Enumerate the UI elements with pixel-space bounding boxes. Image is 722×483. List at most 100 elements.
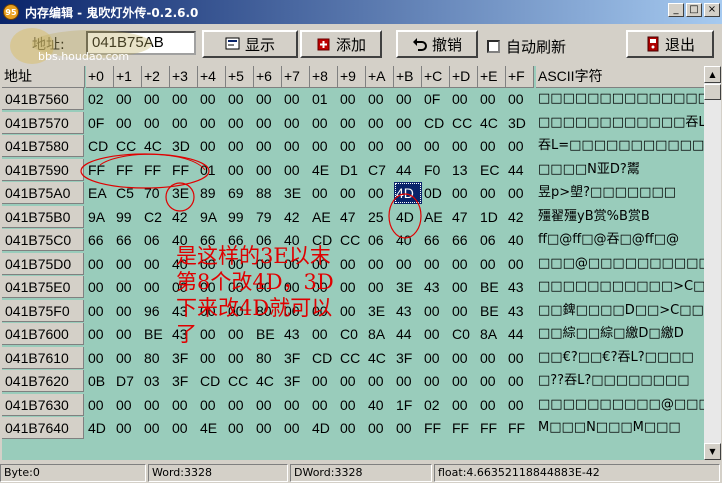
byte-cell[interactable]: BE [254, 323, 282, 345]
byte-cell[interactable]: 00 [506, 88, 534, 110]
byte-cell[interactable]: EC [478, 159, 506, 181]
byte-cell[interactable]: 00 [198, 88, 226, 110]
byte-cell[interactable]: 00 [338, 253, 366, 275]
byte-cell[interactable]: CC [226, 370, 254, 392]
byte-cell[interactable]: 00 [282, 112, 310, 134]
byte-cell[interactable]: FF [170, 159, 198, 181]
byte-cell[interactable]: 43 [282, 323, 310, 345]
byte-cell[interactable]: 00 [282, 159, 310, 181]
byte-cell[interactable]: 00 [478, 135, 506, 157]
byte-cell[interactable]: 00 [450, 182, 478, 204]
byte-cell[interactable]: 4D [394, 182, 422, 204]
byte-cell[interactable]: 4C [142, 135, 170, 157]
byte-cell[interactable]: 4D [310, 417, 338, 439]
byte-cell[interactable]: BE [142, 323, 170, 345]
byte-cell[interactable]: EA [86, 182, 114, 204]
byte-cell[interactable]: 4E [198, 417, 226, 439]
byte-cell[interactable]: 00 [226, 159, 254, 181]
byte-cell[interactable]: 00 [254, 417, 282, 439]
byte-cell[interactable]: 40 [394, 229, 422, 251]
byte-cell[interactable]: 00 [310, 394, 338, 416]
byte-cell[interactable]: FF [422, 417, 450, 439]
exit-button[interactable]: 退出 [626, 30, 714, 58]
byte-cell[interactable]: 00 [422, 253, 450, 275]
byte-cell[interactable]: 3F [282, 370, 310, 392]
byte-cell[interactable]: 3F [394, 347, 422, 369]
ascii-cell[interactable]: □□□□□□□□□□@□□□□□ [536, 394, 704, 416]
byte-cell[interactable]: CC [114, 135, 142, 157]
byte-cell[interactable]: 02 [422, 394, 450, 416]
byte-cell[interactable]: 00 [450, 276, 478, 298]
byte-cell[interactable]: 00 [366, 417, 394, 439]
byte-cell[interactable]: 00 [282, 417, 310, 439]
byte-cell[interactable]: 00 [254, 88, 282, 110]
vertical-scrollbar[interactable]: ▲ ▼ [704, 66, 721, 460]
byte-cell[interactable]: 3F [170, 370, 198, 392]
byte-cell[interactable]: 42 [282, 206, 310, 228]
byte-cell[interactable]: 4D [394, 206, 422, 228]
byte-cell[interactable]: 99 [114, 206, 142, 228]
byte-cell[interactable]: 00 [394, 112, 422, 134]
byte-cell[interactable]: 00 [506, 182, 534, 204]
byte-cell[interactable]: 00 [198, 323, 226, 345]
byte-cell[interactable]: AE [310, 206, 338, 228]
byte-cell[interactable]: 42 [170, 206, 198, 228]
close-button[interactable]: × [704, 3, 720, 17]
byte-cell[interactable]: 00 [86, 276, 114, 298]
byte-cell[interactable]: 00 [450, 135, 478, 157]
byte-cell[interactable]: 88 [254, 182, 282, 204]
maximize-button[interactable]: □ [686, 3, 702, 17]
byte-cell[interactable]: 00 [422, 323, 450, 345]
byte-cell[interactable]: 01 [198, 159, 226, 181]
byte-cell[interactable]: 4E [310, 159, 338, 181]
byte-cell[interactable]: 0F [86, 112, 114, 134]
byte-cell[interactable]: CD [86, 135, 114, 157]
byte-cell[interactable]: 00 [114, 417, 142, 439]
byte-cell[interactable]: C2 [142, 206, 170, 228]
byte-cell[interactable]: 00 [142, 417, 170, 439]
byte-cell[interactable]: 00 [338, 88, 366, 110]
byte-cell[interactable]: 00 [450, 394, 478, 416]
byte-cell[interactable]: 00 [450, 370, 478, 392]
byte-cell[interactable]: 00 [422, 370, 450, 392]
byte-cell[interactable]: 02 [86, 88, 114, 110]
byte-cell[interactable]: F0 [422, 159, 450, 181]
byte-cell[interactable]: 00 [366, 370, 394, 392]
byte-cell[interactable]: 00 [114, 276, 142, 298]
byte-cell[interactable]: 00 [450, 88, 478, 110]
byte-cell[interactable]: C5 [114, 182, 142, 204]
byte-cell[interactable]: FF [114, 159, 142, 181]
byte-cell[interactable]: 00 [422, 347, 450, 369]
byte-cell[interactable]: 06 [478, 229, 506, 251]
byte-cell[interactable]: 43 [394, 300, 422, 322]
ascii-cell[interactable]: □□€?□□€?吞L?□□□□ [536, 347, 704, 369]
byte-cell[interactable]: 3E [366, 300, 394, 322]
byte-cell[interactable]: 00 [198, 135, 226, 157]
byte-cell[interactable]: FF [478, 417, 506, 439]
byte-cell[interactable]: AE [422, 206, 450, 228]
byte-cell[interactable]: CC [338, 347, 366, 369]
byte-cell[interactable]: 00 [478, 182, 506, 204]
byte-cell[interactable]: 00 [310, 182, 338, 204]
byte-cell[interactable]: 00 [310, 135, 338, 157]
byte-cell[interactable]: 3F [170, 347, 198, 369]
byte-cell[interactable]: 00 [114, 253, 142, 275]
byte-cell[interactable]: 00 [394, 88, 422, 110]
byte-cell[interactable]: 00 [226, 323, 254, 345]
byte-cell[interactable]: 00 [310, 112, 338, 134]
byte-cell[interactable]: 25 [366, 206, 394, 228]
byte-cell[interactable]: 0D [422, 182, 450, 204]
auto-refresh-checkbox[interactable] [487, 40, 500, 53]
byte-cell[interactable]: 9A [86, 206, 114, 228]
byte-cell[interactable]: 00 [506, 394, 534, 416]
byte-cell[interactable]: 44 [394, 159, 422, 181]
byte-cell[interactable]: BE [478, 276, 506, 298]
byte-cell[interactable]: 66 [114, 229, 142, 251]
byte-cell[interactable]: 00 [338, 276, 366, 298]
byte-cell[interactable]: FF [142, 159, 170, 181]
ascii-cell[interactable]: □□□□□□□□□□□□□□□□ [536, 88, 704, 110]
byte-cell[interactable]: CD [198, 370, 226, 392]
byte-cell[interactable]: 00 [478, 370, 506, 392]
byte-cell[interactable]: 00 [226, 417, 254, 439]
byte-cell[interactable]: 43 [422, 276, 450, 298]
